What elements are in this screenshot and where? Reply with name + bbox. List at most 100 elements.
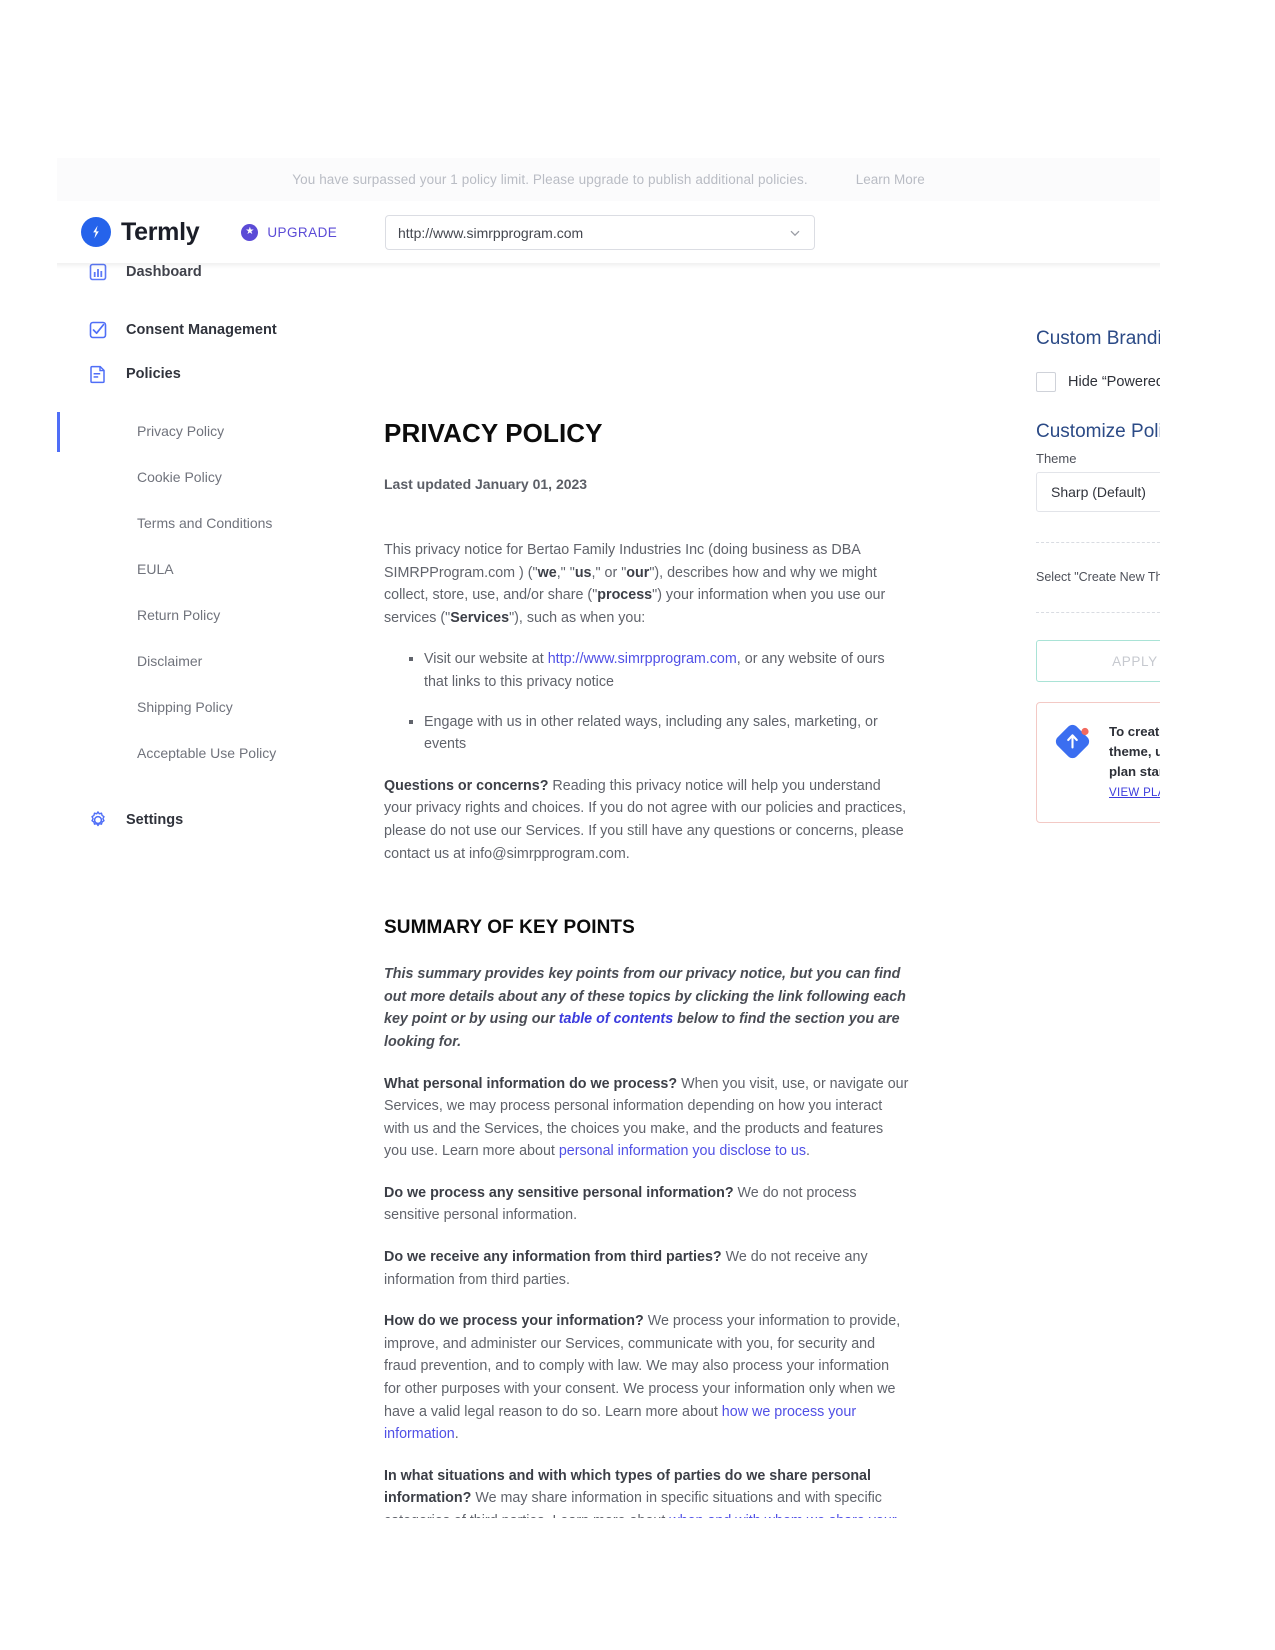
theme-field-label: Theme bbox=[1036, 451, 1077, 466]
custom-branding-title: Custom Branding bbox=[1036, 328, 1160, 349]
policy-style-panel: Custom Branding Hide “Powered by Termly”… bbox=[979, 263, 1160, 1518]
key-point-3: Do we receive any information from third… bbox=[384, 1246, 909, 1291]
sidebar-policy-item[interactable]: Disclaimer bbox=[57, 638, 384, 684]
bullet2-text: Engage with us in other related ways, in… bbox=[424, 713, 878, 753]
term-us: us bbox=[574, 564, 592, 581]
sidebar-item-dashboard-label: Dashboard bbox=[126, 264, 202, 280]
theme-select[interactable]: Sharp (Default) bbox=[1036, 472, 1160, 512]
sidebar-policy-item-label: Terms and Conditions bbox=[137, 515, 273, 531]
hide-powered-by-row[interactable]: Hide “Powered by Termly” bbox=[1036, 372, 1160, 392]
website-link[interactable]: http://www.simrpprogram.com bbox=[548, 651, 737, 667]
chevron-down-icon bbox=[788, 226, 802, 240]
upgrade-promo-text: To create a custom theme, upgrade. Pro+ … bbox=[1109, 722, 1160, 803]
sidebar-policy-item[interactable]: Cookie Policy bbox=[57, 454, 384, 500]
star-badge-icon: ★ bbox=[241, 223, 259, 241]
key-point-1-text-b: . bbox=[806, 1143, 810, 1160]
upgrade-button[interactable]: ★ UPGRADE bbox=[241, 223, 338, 241]
website-url-value: http://www.simrpprogram.com bbox=[398, 224, 584, 241]
policy-document-pane: PRIVACY POLICY Last updated January 01, … bbox=[384, 263, 979, 1518]
key-point-2-heading: Do we process any sensitive personal inf… bbox=[384, 1184, 734, 1201]
sidebar-policy-item[interactable]: Acceptable Use Policy bbox=[57, 730, 384, 776]
sidebar-item-settings-label: Settings bbox=[126, 812, 184, 828]
questions-paragraph: Questions or concerns? Reading this priv… bbox=[384, 775, 909, 865]
theme-note: Select "Create New Theme" to edit bbox=[1036, 570, 1160, 584]
sidebar-policy-item[interactable]: Privacy Policy bbox=[57, 408, 384, 454]
screenshot-root: You have surpassed your 1 policy limit. … bbox=[0, 0, 1275, 1650]
theme-select-value: Sharp (Default) bbox=[1051, 484, 1146, 500]
document-lines-icon bbox=[87, 363, 109, 385]
hide-powered-by-label: Hide “Powered by Termly” bbox=[1068, 374, 1160, 390]
policy-style-panel-inner: Custom Branding Hide “Powered by Termly”… bbox=[979, 263, 1160, 823]
termly-logo-icon bbox=[81, 217, 111, 247]
checkbox-check-icon bbox=[87, 319, 109, 341]
list-item: Engage with us in other related ways, in… bbox=[424, 711, 909, 756]
sidebar-policy-item-label: Cookie Policy bbox=[137, 469, 222, 485]
summary-heading: SUMMARY OF KEY POINTS bbox=[384, 917, 635, 939]
sidebar-policy-item-label: EULA bbox=[137, 561, 174, 577]
brand-logo[interactable]: Termly bbox=[81, 217, 200, 247]
term-process: process bbox=[597, 587, 653, 604]
chart-bar-icon bbox=[87, 261, 109, 283]
sidebar-item-settings[interactable]: Settings bbox=[57, 798, 384, 842]
customize-policy-style-title: Customize Policy Style bbox=[1036, 421, 1160, 442]
term-our: our bbox=[626, 564, 650, 581]
key-point-1-heading: What personal information do we process? bbox=[384, 1075, 678, 1092]
view-plans-link[interactable]: VIEW PLANS bbox=[1109, 787, 1160, 799]
policy-document: PRIVACY POLICY Last updated January 01, … bbox=[384, 263, 909, 1518]
upgrade-label: UPGRADE bbox=[267, 224, 338, 240]
policy-limit-banner: You have surpassed your 1 policy limit. … bbox=[57, 158, 1160, 202]
hide-powered-by-checkbox[interactable] bbox=[1036, 372, 1056, 392]
sidebar-item-policies-label: Policies bbox=[126, 366, 181, 382]
questions-heading: Questions or concerns? bbox=[384, 777, 549, 794]
sidebar-policy-item[interactable]: Return Policy bbox=[57, 592, 384, 638]
sidebar-policy-item-label: Disclaimer bbox=[137, 653, 203, 669]
bullet1-text-a: Visit our website at bbox=[424, 651, 548, 668]
term-services: Services bbox=[450, 609, 510, 626]
brand-name: Termly bbox=[121, 217, 200, 246]
key-point-5: In what situations and with which types … bbox=[384, 1465, 909, 1518]
intro-paragraph: This privacy notice for Bertao Family In… bbox=[384, 539, 909, 629]
apply-theme-label: APPLY THEME bbox=[1112, 653, 1160, 669]
upgrade-promo-card: To create a custom theme, upgrade. Pro+ … bbox=[1036, 702, 1160, 823]
term-we: we bbox=[537, 564, 557, 581]
panel-divider-2 bbox=[1036, 612, 1160, 613]
sidebar-policy-item[interactable]: Shipping Policy bbox=[57, 684, 384, 730]
upload-upgrade-icon bbox=[1053, 722, 1095, 764]
list-item: Visit our website at http://www.simrppro… bbox=[424, 648, 909, 693]
banner-message: You have surpassed your 1 policy limit. … bbox=[292, 172, 808, 187]
personal-information-link[interactable]: personal information you disclose to us bbox=[559, 1143, 806, 1159]
key-point-4-heading: How do we process your information? bbox=[384, 1313, 644, 1330]
intro-text-b: ," " bbox=[556, 564, 575, 581]
intro-text-f: "), such as when you: bbox=[509, 609, 646, 626]
sidebar-policy-item[interactable]: Terms and Conditions bbox=[57, 500, 384, 546]
sidebar-item-consent-management[interactable]: Consent Management bbox=[57, 308, 384, 352]
sidebar-item-policies[interactable]: Policies bbox=[57, 352, 384, 396]
apply-theme-button[interactable]: APPLY THEME bbox=[1036, 640, 1160, 682]
sidebar-policy-item-label: Return Policy bbox=[137, 607, 221, 623]
gear-icon bbox=[87, 809, 109, 831]
website-url-select[interactable]: http://www.simrpprogram.com bbox=[385, 215, 815, 250]
intro-text-c: ," or " bbox=[591, 564, 627, 581]
app-header: Termly ★ UPGRADE http://www.simrpprogram… bbox=[57, 201, 1160, 263]
app-viewport: You have surpassed your 1 policy limit. … bbox=[57, 158, 1160, 1518]
table-of-contents-link[interactable]: table of contents bbox=[559, 1011, 673, 1027]
key-point-1: What personal information do we process?… bbox=[384, 1073, 909, 1163]
key-point-3-heading: Do we receive any information from third… bbox=[384, 1249, 722, 1266]
key-point-4-text-b: . bbox=[454, 1426, 459, 1443]
panel-divider-1 bbox=[1036, 542, 1160, 543]
last-updated: Last updated January 01, 2023 bbox=[384, 476, 588, 492]
sidebar-policy-item[interactable]: EULA bbox=[57, 546, 384, 592]
sidebar-policy-item-label: Shipping Policy bbox=[137, 699, 233, 715]
sidebar-item-consent-management-label: Consent Management bbox=[126, 322, 277, 338]
sidebar-policy-item-label: Acceptable Use Policy bbox=[137, 745, 277, 761]
upgrade-promo-message: To create a custom theme, upgrade. Pro+ … bbox=[1109, 724, 1160, 779]
sidebar-nav: Dashboard Consent Management Policies Pr… bbox=[57, 220, 384, 1518]
key-point-4: How do we process your information? We p… bbox=[384, 1310, 909, 1446]
sidebar-policy-list: Privacy Policy Cookie Policy Terms and Con… bbox=[57, 408, 384, 776]
page-title: PRIVACY POLICY bbox=[384, 418, 603, 448]
summary-intro-paragraph: This summary provides key points from ou… bbox=[384, 963, 909, 1053]
intro-bullet-list: Visit our website at http://www.simrppro… bbox=[384, 648, 909, 755]
banner-learn-more-link[interactable]: Learn More bbox=[856, 172, 925, 187]
sidebar-policy-item-label: Privacy Policy bbox=[137, 423, 225, 439]
key-point-2: Do we process any sensitive personal inf… bbox=[384, 1182, 909, 1227]
